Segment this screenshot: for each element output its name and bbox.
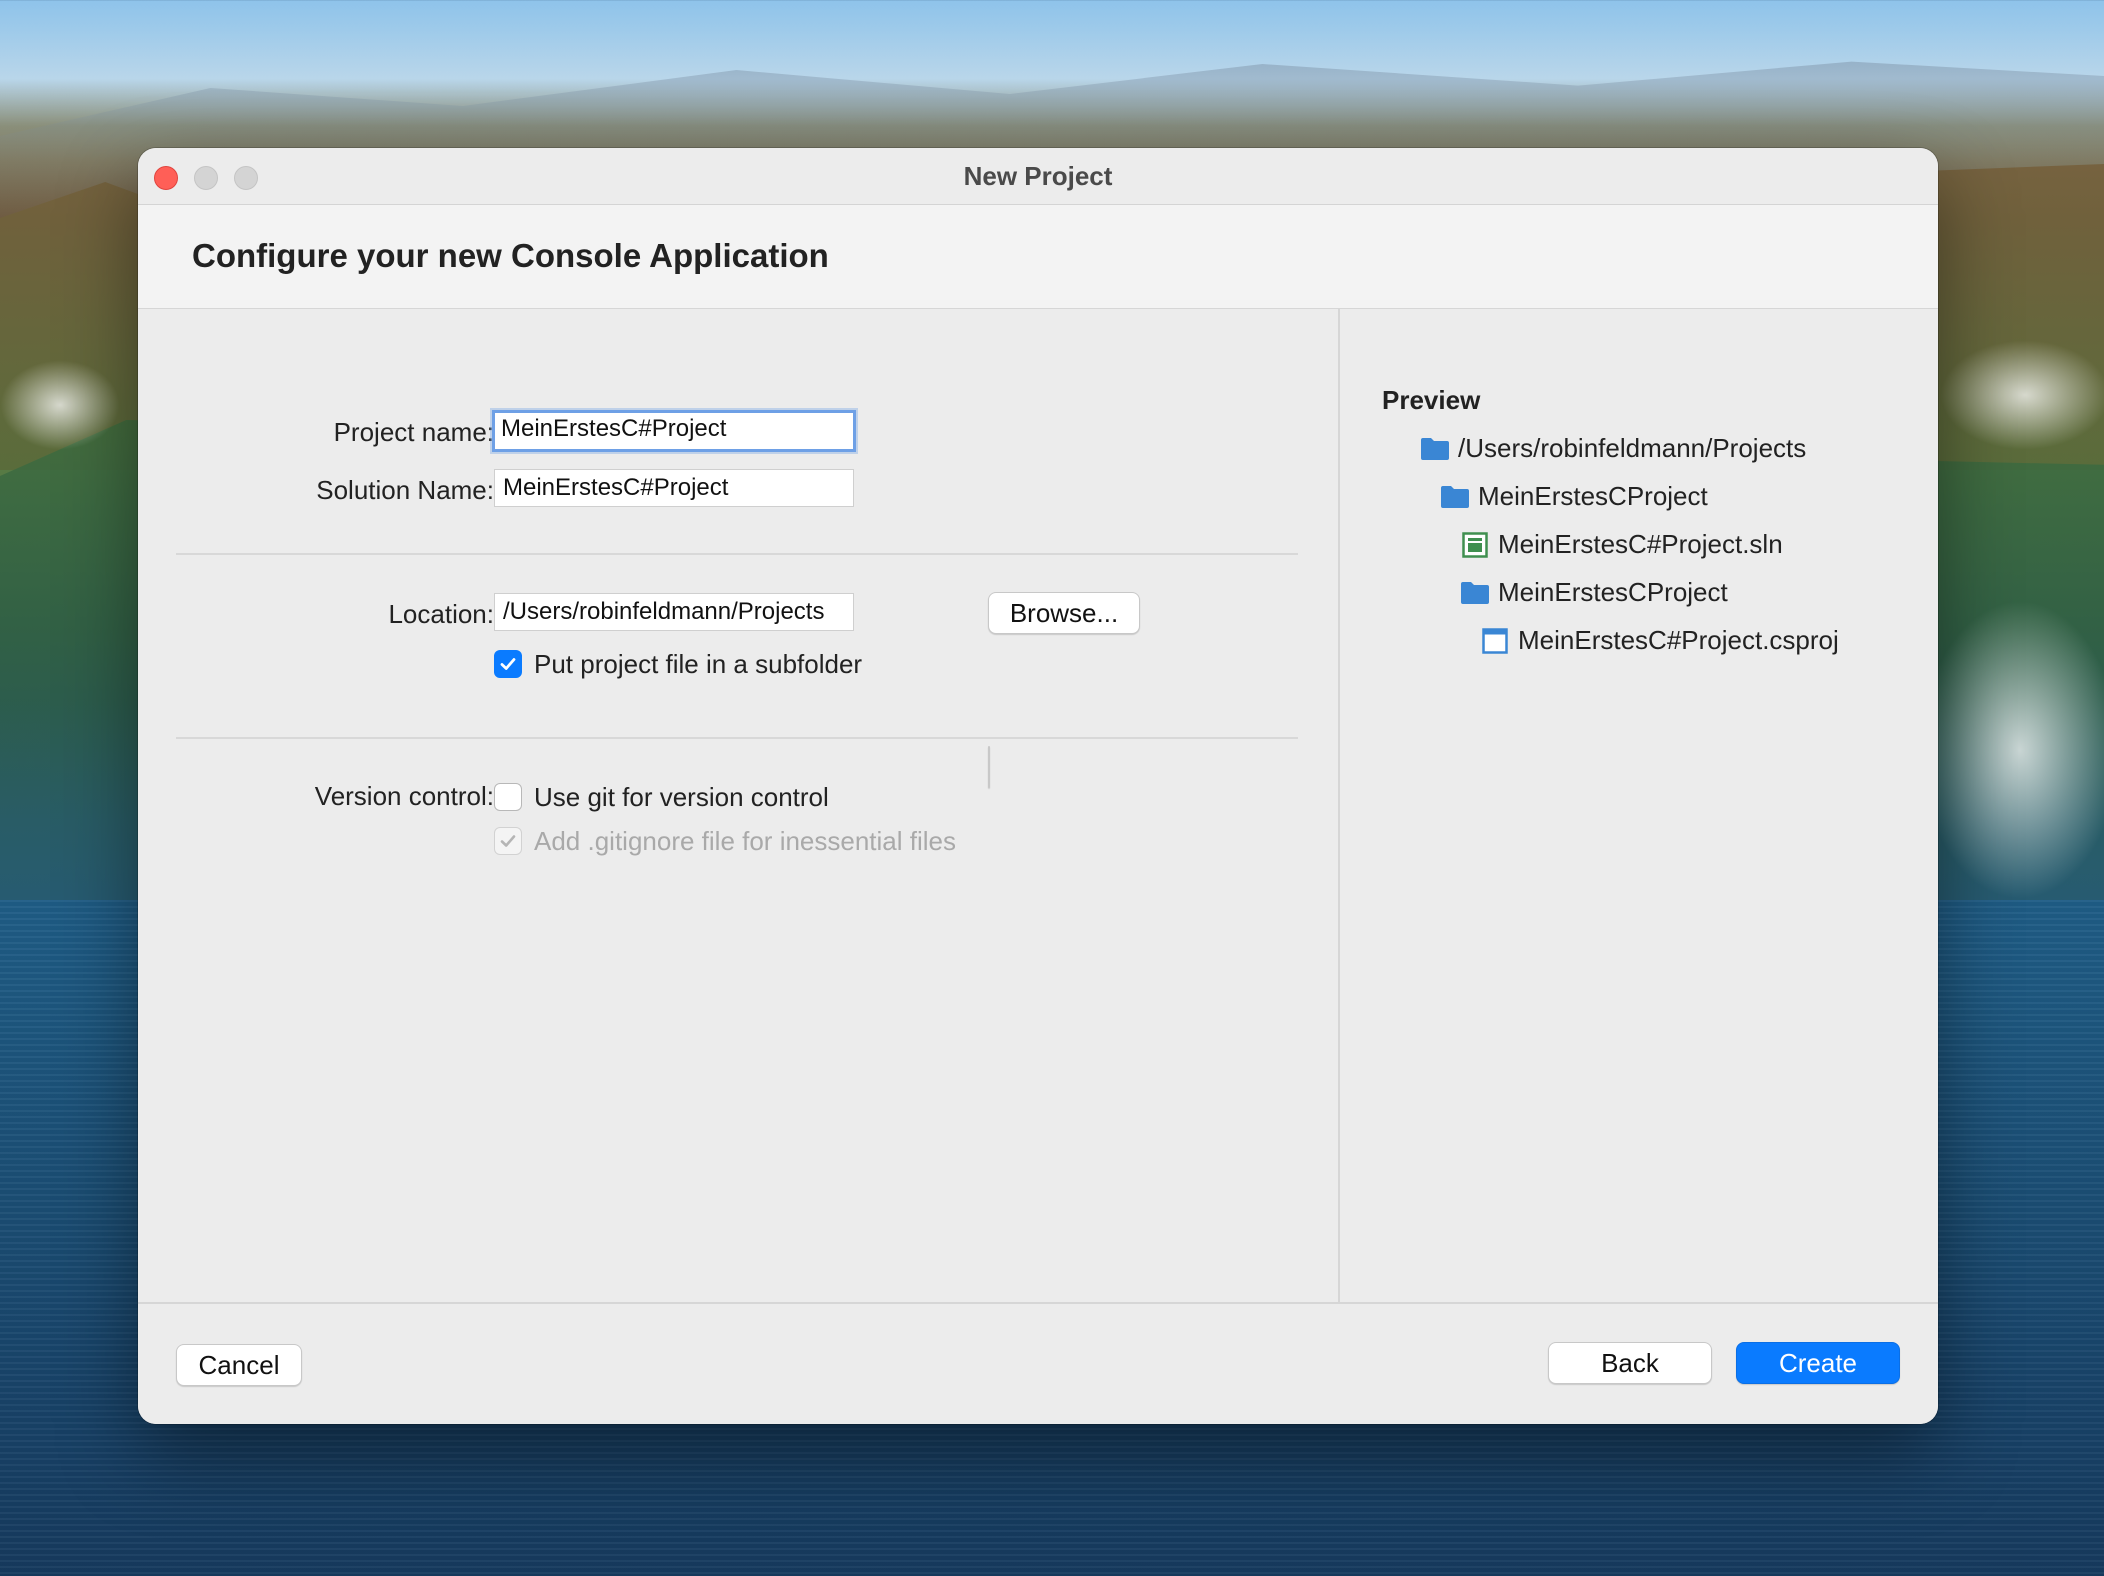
location-label: Location: — [388, 599, 494, 629]
tree-item-solution-file: MeinErstesC#Project.sln — [1460, 529, 1783, 560]
location-input[interactable]: /Users/robinfeldmann/Projects — [494, 593, 854, 631]
tree-item-solution-folder: MeinErstesCProject — [1440, 481, 1708, 512]
window-title: New Project — [963, 160, 1113, 191]
tree-item-label: MeinErstesCProject — [1498, 577, 1728, 607]
tree-item-project-file: MeinErstesC#Project.csproj — [1480, 625, 1839, 656]
wallpaper-far-mountains — [0, 61, 2104, 160]
checkmark-icon — [500, 658, 516, 670]
solution-file-icon — [1460, 531, 1490, 559]
subfolder-checkbox-label[interactable]: Put project file in a subfolder — [534, 649, 862, 680]
tree-item-label: /Users/robinfeldmann/Projects — [1458, 433, 1807, 463]
checkmark-icon — [500, 835, 516, 847]
project-name-label: Project name: — [333, 417, 494, 447]
section-divider — [176, 553, 1298, 555]
unused — [988, 746, 990, 788]
folder-icon — [1460, 579, 1490, 607]
subfolder-checkbox[interactable] — [494, 650, 522, 678]
tree-item-label: MeinErstesC#Project.sln — [1498, 529, 1783, 559]
minimize-window-button[interactable] — [194, 166, 218, 190]
gitignore-checkbox — [494, 827, 522, 855]
tree-item-label: MeinErstesCProject — [1478, 481, 1708, 511]
page-title: Configure your new Console Application — [192, 237, 829, 274]
tree-item-root-folder: /Users/robinfeldmann/Projects — [1420, 433, 1806, 464]
create-button[interactable]: Create — [1736, 1342, 1900, 1384]
folder-icon — [1440, 483, 1470, 511]
preview-panel: Preview /Users/robinfeldmann/Projects Me… — [1340, 309, 1938, 1302]
wallpaper-cloud — [0, 360, 120, 450]
wallpaper-cloud — [1920, 600, 2104, 900]
close-window-button[interactable] — [154, 166, 178, 190]
git-checkbox[interactable] — [494, 783, 522, 811]
section-divider — [176, 737, 1298, 739]
project-name-input[interactable]: MeinErstesC#Project — [492, 410, 856, 452]
version-control-label: Version control: — [314, 781, 494, 811]
window-controls — [154, 166, 258, 190]
back-button[interactable]: Back — [1548, 1342, 1712, 1384]
gitignore-checkbox-label: Add .gitignore file for inessential file… — [534, 826, 957, 856]
configuration-form: Project name: MeinErstesC#Project Soluti… — [138, 309, 1340, 1302]
browse-button[interactable]: Browse... — [988, 592, 1140, 634]
project-file-icon — [1480, 627, 1510, 655]
tree-item-label: MeinErstesC#Project.csproj — [1518, 625, 1839, 655]
new-project-window: New Project Configure your new Console A… — [138, 148, 1938, 1424]
preview-title: Preview — [1382, 385, 1481, 415]
solution-name-label: Solution Name: — [316, 475, 494, 505]
wallpaper-cloud — [1940, 340, 2104, 450]
folder-icon — [1420, 435, 1450, 463]
title-bar: New Project — [138, 148, 1938, 205]
dialog-footer: Cancel Back Create — [138, 1302, 1938, 1424]
zoom-window-button[interactable] — [234, 166, 258, 190]
page-header: Configure your new Console Application — [138, 205, 1938, 309]
cancel-button[interactable]: Cancel — [176, 1344, 302, 1386]
git-checkbox-label[interactable]: Use git for version control — [534, 782, 829, 813]
solution-name-input[interactable]: MeinErstesC#Project — [494, 469, 854, 507]
tree-item-project-folder: MeinErstesCProject — [1460, 577, 1728, 608]
